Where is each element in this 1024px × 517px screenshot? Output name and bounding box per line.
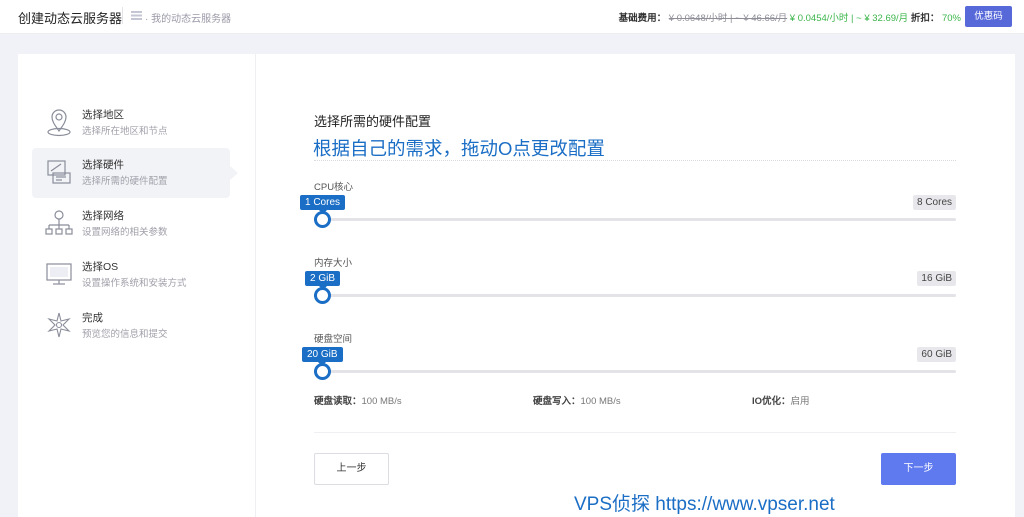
- main-card: 选择地区 选择所在地区和节点 选择硬件 选择所需的硬件配置 选择网络 设置网络的…: [18, 54, 1015, 517]
- hardware-config-panel: 选择所需的硬件配置 根据自己的需求，拖动O点更改配置 CPU核心 1 Cores…: [300, 54, 956, 517]
- cpu-slider[interactable]: CPU核心 1 Cores 8 Cores: [300, 179, 956, 239]
- steps-sidebar: 选择地区 选择所在地区和节点 选择硬件 选择所需的硬件配置 选择网络 设置网络的…: [18, 54, 256, 517]
- io-value: 启用: [790, 396, 810, 407]
- slider-label: 硬盘空间: [314, 334, 353, 345]
- new-price: ¥ 0.0454/小时 | ~ ¥ 32.69/月: [789, 13, 909, 24]
- hardware-icon: [47, 160, 71, 184]
- step-title: 选择OS: [82, 261, 119, 273]
- disk-slider[interactable]: 硬盘空间 20 GiB 60 GiB: [302, 331, 956, 391]
- step-desc: 选择所在地区和节点: [82, 126, 168, 137]
- coupon-button[interactable]: 优惠码: [965, 6, 1012, 27]
- step-title: 选择硬件: [82, 159, 124, 171]
- io-label: IO优化：: [752, 396, 791, 407]
- base-fee-label: 基础费用：: [618, 13, 667, 24]
- slider-max-badge: 8 Cores: [912, 195, 956, 210]
- discount-label: 折扣：: [910, 13, 940, 24]
- old-price: ¥ 0.0648/小时 | ~ ¥ 46.66/月: [668, 13, 788, 24]
- step-desc: 设置操作系统和安装方式: [82, 278, 187, 289]
- disk-write-label: 硬盘写入：: [533, 396, 581, 407]
- step-title: 完成: [82, 312, 103, 324]
- watermark-text: VPS侦探 https://www.vpser.net: [574, 494, 835, 515]
- divider: [122, 7, 123, 24]
- prev-step-button[interactable]: 上一步: [314, 453, 389, 485]
- network-icon: [45, 210, 73, 235]
- step-title: 选择网络: [82, 210, 124, 222]
- disk-write-value: 100 MB/s: [580, 396, 621, 407]
- server-list-icon: [131, 11, 142, 20]
- memory-slider[interactable]: 内存大小 2 GiB 16 GiB: [305, 255, 956, 315]
- pricing-summary: 基础费用： ¥ 0.0648/小时 | ~ ¥ 46.66/月 ¥ 0.0454…: [619, 10, 961, 24]
- disk-read-value: 100 MB/s: [361, 396, 402, 407]
- region-pin-icon: [47, 109, 71, 137]
- slider-track[interactable]: [314, 218, 956, 221]
- annotation-tip: 根据自己的需求，拖动O点更改配置: [313, 138, 605, 159]
- breadcrumb-link[interactable]: · 我的动态云服务器: [145, 10, 231, 25]
- discount-value: 70%: [941, 13, 961, 24]
- io-optimization-info: IO优化：启用: [752, 393, 810, 407]
- slider-max-badge: 16 GiB: [917, 271, 956, 286]
- step-title: 选择地区: [82, 109, 124, 121]
- slider-track[interactable]: [314, 370, 956, 373]
- slider-label: 内存大小: [314, 258, 353, 269]
- step-complete[interactable]: 完成 预览您的信息和提交: [32, 301, 230, 351]
- step-region[interactable]: 选择地区 选择所在地区和节点: [32, 98, 230, 148]
- step-desc: 选择所需的硬件配置: [82, 176, 168, 187]
- slider-value-badge: 1 Cores: [300, 195, 346, 214]
- step-os[interactable]: 选择OS 设置操作系统和安装方式: [32, 250, 230, 300]
- slider-value-badge: 2 GiB: [305, 271, 341, 290]
- disk-write-info: 硬盘写入：100 MB/s: [533, 393, 621, 407]
- page-title: 创建动态云服务器: [18, 11, 123, 26]
- next-step-button[interactable]: 下一步: [881, 453, 956, 485]
- divider: [314, 432, 956, 433]
- divider: [314, 160, 956, 161]
- monitor-icon: [46, 263, 72, 285]
- disk-read-label: 硬盘读取：: [314, 396, 362, 407]
- step-network[interactable]: 选择网络 设置网络的相关参数: [32, 199, 230, 249]
- slider-track[interactable]: [314, 294, 956, 297]
- disk-read-info: 硬盘读取：100 MB/s: [314, 393, 402, 407]
- slider-max-badge: 60 GiB: [917, 347, 956, 362]
- step-hardware[interactable]: 选择硬件 选择所需的硬件配置: [32, 148, 238, 198]
- section-title: 选择所需的硬件配置: [314, 114, 432, 129]
- slider-label: CPU核心: [314, 182, 354, 193]
- slider-thumb[interactable]: [314, 287, 331, 304]
- slider-value-badge: 20 GiB: [302, 347, 343, 366]
- slider-thumb[interactable]: [314, 363, 331, 380]
- step-desc: 设置网络的相关参数: [82, 227, 168, 238]
- top-bar: 创建动态云服务器 · 我的动态云服务器 基础费用： ¥ 0.0648/小时 | …: [0, 0, 1024, 34]
- complete-icon: [47, 312, 71, 338]
- step-desc: 预览您的信息和提交: [82, 329, 168, 340]
- slider-thumb[interactable]: [314, 211, 331, 228]
